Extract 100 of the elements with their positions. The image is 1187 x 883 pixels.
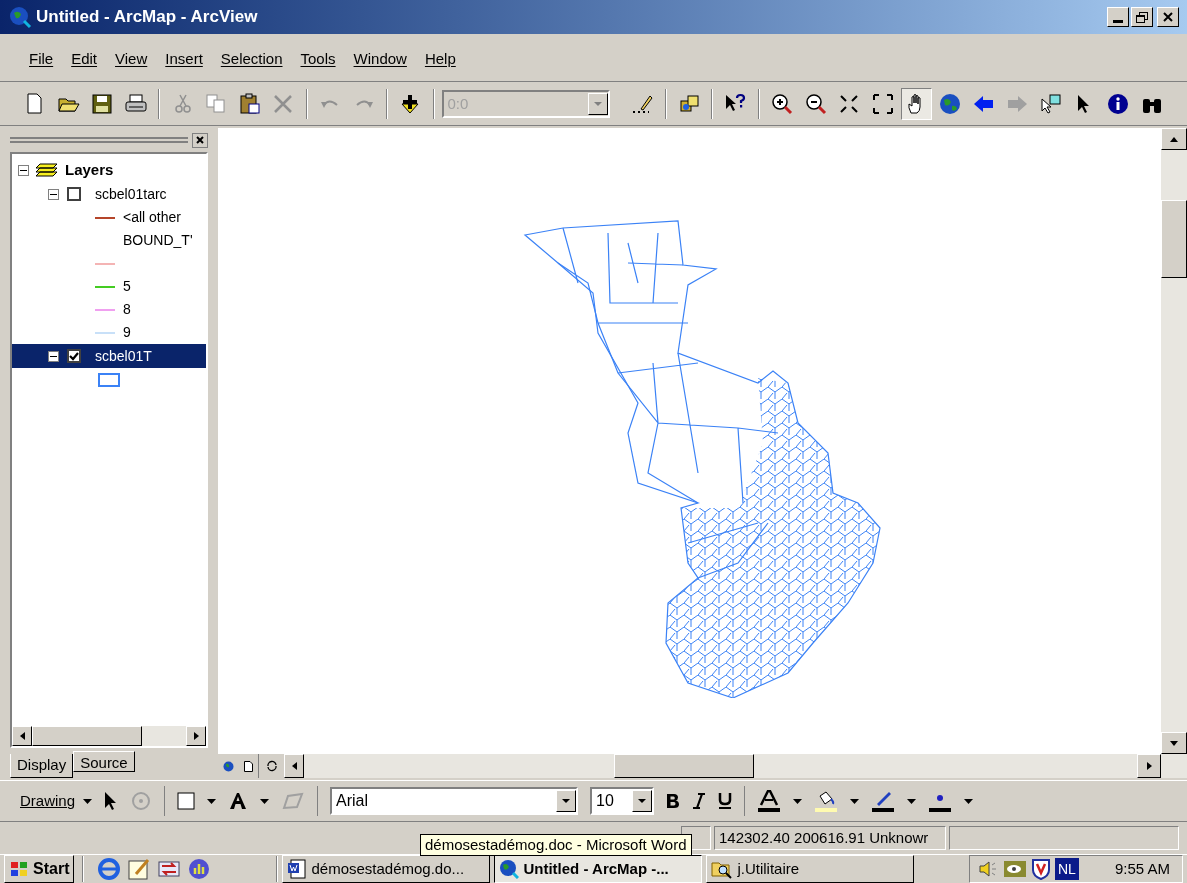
dropdown-arrow-icon[interactable] bbox=[207, 798, 217, 804]
globe-icon bbox=[499, 859, 520, 879]
menu-item[interactable]: View bbox=[106, 48, 157, 71]
window-title: Untitled - ArcMap - ArcView bbox=[36, 6, 259, 29]
dropdown-arrow-icon[interactable] bbox=[964, 798, 974, 804]
dropdown-arrow-icon bbox=[562, 799, 571, 803]
close-icon bbox=[196, 136, 204, 144]
pointer-icon[interactable] bbox=[104, 791, 119, 811]
down-arrow-icon bbox=[1170, 740, 1178, 746]
menu-item[interactable]: Help bbox=[415, 48, 465, 71]
italic-icon[interactable] bbox=[692, 793, 707, 809]
tooltip: démosestadémog.doc - Microsoft Word bbox=[420, 834, 692, 856]
minimize-icon bbox=[1113, 20, 1123, 23]
scroll-down-button[interactable] bbox=[1161, 732, 1187, 754]
checkbox[interactable] bbox=[67, 349, 81, 363]
left-arrow-icon bbox=[19, 732, 25, 740]
dropdown-arrow-icon bbox=[593, 101, 602, 106]
scroll-up-button[interactable] bbox=[1161, 128, 1187, 150]
display-icon[interactable] bbox=[1003, 859, 1027, 879]
catalog-icon bbox=[677, 92, 700, 115]
windows-flag-icon bbox=[9, 860, 29, 878]
menu-item[interactable]: Selection bbox=[211, 48, 292, 71]
layers-icon bbox=[36, 162, 58, 178]
menu-item[interactable]: Insert bbox=[156, 48, 212, 71]
panel-grip[interactable] bbox=[10, 137, 188, 143]
line-color-icon[interactable] bbox=[871, 790, 896, 812]
folder-search-icon bbox=[711, 859, 734, 879]
hand-button[interactable] bbox=[901, 87, 932, 120]
legend-label: 5 bbox=[123, 277, 131, 296]
globe-icon bbox=[939, 92, 961, 115]
browser-icon[interactable] bbox=[96, 856, 123, 882]
globe-icon bbox=[222, 760, 234, 772]
clock: 9:55 AM bbox=[1114, 858, 1171, 879]
menu-item[interactable]: Window bbox=[344, 48, 416, 71]
fixed-zoom-in-icon bbox=[838, 92, 861, 115]
page-icon bbox=[243, 760, 253, 772]
collapse-icon[interactable] bbox=[48, 350, 59, 362]
dropdown-arrow-icon bbox=[638, 799, 647, 803]
scroll-right-button[interactable] bbox=[186, 726, 206, 746]
select-features-icon bbox=[1039, 92, 1062, 115]
legend-label: 9 bbox=[123, 323, 131, 342]
taskbar-button[interactable]: Untitled - ArcMap -... bbox=[494, 855, 703, 883]
zoom-in-icon bbox=[771, 92, 794, 115]
tab[interactable]: Source bbox=[73, 751, 135, 772]
menu-item[interactable]: File bbox=[20, 48, 63, 71]
underline-icon[interactable] bbox=[718, 792, 733, 810]
speaker-icon[interactable] bbox=[978, 859, 998, 879]
layout-view-button[interactable] bbox=[238, 754, 258, 778]
layer-label[interactable]: scbel01tarc bbox=[89, 183, 173, 205]
dropdown-button[interactable] bbox=[556, 790, 577, 812]
bold-icon[interactable] bbox=[666, 793, 681, 809]
text-icon[interactable] bbox=[228, 792, 249, 810]
dropdown-arrow-icon[interactable] bbox=[793, 798, 803, 804]
up-arrow-icon bbox=[1170, 136, 1178, 142]
globe-icon bbox=[8, 5, 32, 29]
delete-icon bbox=[272, 92, 295, 115]
shield-icon[interactable] bbox=[1032, 858, 1050, 880]
tab[interactable]: Display bbox=[10, 754, 74, 778]
menu-item[interactable]: Edit bbox=[62, 48, 107, 71]
clipboard-icon bbox=[238, 92, 261, 115]
scroll-thumb[interactable] bbox=[1161, 200, 1187, 278]
right-arrow-icon bbox=[1146, 762, 1152, 770]
language-indicator[interactable]: NL bbox=[1055, 858, 1079, 880]
minimize-button[interactable] bbox=[1107, 7, 1129, 27]
close-button[interactable] bbox=[192, 132, 208, 148]
dropdown-arrow-icon[interactable] bbox=[850, 798, 860, 804]
dropdown-arrow-icon bbox=[83, 798, 93, 804]
start-button[interactable]: Start bbox=[4, 855, 75, 883]
font-field[interactable]: Arial bbox=[330, 787, 579, 815]
dropdown-arrow-icon[interactable] bbox=[907, 798, 917, 804]
taskbar-button[interactable]: démosestadémog.do... bbox=[282, 855, 491, 883]
fixed-zoom-out-icon bbox=[871, 92, 894, 115]
data-frame-label[interactable]: Layers bbox=[65, 158, 114, 182]
legend-label: <all other bbox=[123, 208, 181, 227]
checkbox[interactable] bbox=[67, 187, 81, 201]
collapse-icon[interactable] bbox=[48, 188, 59, 200]
scroll-left-button[interactable] bbox=[284, 754, 304, 778]
scroll-right-button[interactable] bbox=[1137, 754, 1161, 778]
drawing-menu[interactable]: Drawing bbox=[20, 789, 93, 813]
refresh-button[interactable] bbox=[258, 754, 284, 778]
taskbar-button[interactable]: j.Utilitaire bbox=[706, 855, 915, 883]
menu-item[interactable]: Tools bbox=[291, 48, 345, 71]
restore-button[interactable] bbox=[1131, 7, 1153, 27]
dropdown-arrow-icon[interactable] bbox=[260, 798, 270, 804]
save-icon bbox=[91, 92, 114, 115]
rectangle-icon[interactable] bbox=[177, 792, 196, 810]
dropdown-button[interactable] bbox=[632, 790, 653, 812]
scroll-left-button[interactable] bbox=[12, 726, 32, 746]
legend-label: BOUND_T' bbox=[123, 231, 193, 250]
scroll-thumb[interactable] bbox=[614, 754, 754, 778]
fill-color-icon[interactable] bbox=[814, 790, 839, 812]
refresh-icon bbox=[265, 760, 278, 772]
left-arrow-icon bbox=[291, 762, 297, 770]
font-color-icon[interactable] bbox=[757, 790, 782, 812]
right-arrow-icon bbox=[193, 732, 199, 740]
printer-icon bbox=[125, 92, 148, 115]
close-icon bbox=[1163, 12, 1173, 22]
collapse-icon[interactable] bbox=[18, 164, 29, 176]
document-icon bbox=[287, 859, 308, 879]
scroll-thumb[interactable] bbox=[32, 726, 142, 746]
